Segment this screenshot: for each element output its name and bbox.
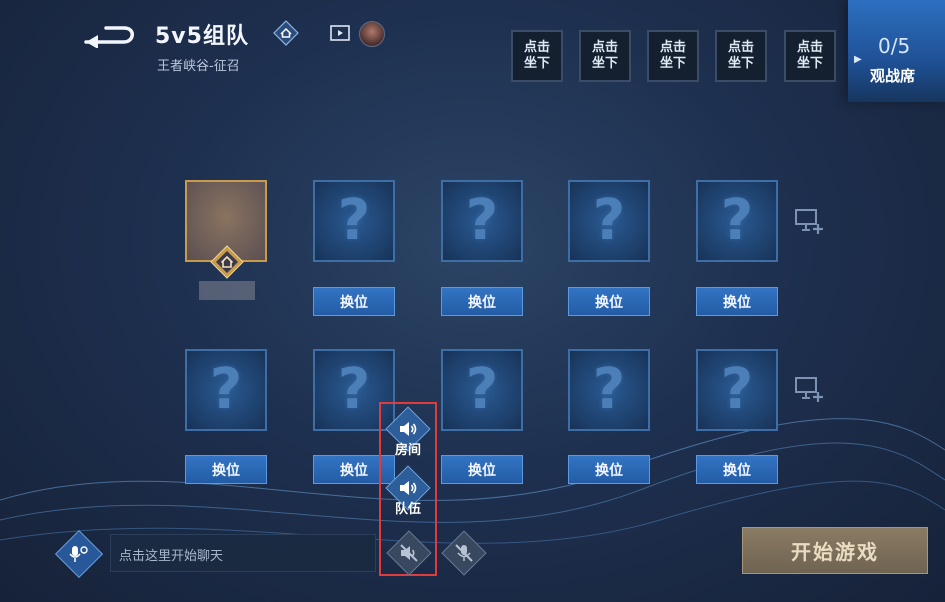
seat-button-2[interactable]: 点击 坐下 (579, 30, 631, 82)
speaker-icon (400, 422, 417, 436)
seat-label: 点击 坐下 (727, 40, 754, 71)
swap-button[interactable]: 换位 (568, 287, 650, 316)
home-button[interactable] (273, 20, 299, 46)
seat-label: 点击 坐下 (659, 40, 686, 71)
seat-button-4[interactable]: 点击 坐下 (715, 30, 767, 82)
empty-slot-question: ? (592, 188, 626, 253)
team-slot[interactable]: ? (696, 180, 778, 262)
empty-slot-question: ? (209, 357, 243, 422)
empty-slot-question: ? (592, 357, 626, 422)
empty-slot-question: ? (337, 188, 371, 253)
chat-input[interactable]: 点击这里开始聊天 (110, 534, 376, 572)
mic-off-button[interactable] (441, 530, 487, 576)
add-pc-icon[interactable] (795, 376, 825, 404)
empty-slot-question: ? (720, 188, 754, 253)
host-name-bar (199, 281, 255, 300)
swap-button[interactable]: 换位 (568, 455, 650, 484)
swap-button[interactable]: 换位 (313, 287, 395, 316)
start-game-button[interactable]: 开始游戏 (742, 527, 928, 574)
empty-slot-question: ? (465, 357, 499, 422)
video-icon (330, 25, 350, 41)
team-slot[interactable]: ? (441, 180, 523, 262)
home-icon (273, 20, 299, 46)
chevron-right-icon: ▶ (854, 54, 862, 65)
swap-button[interactable]: 换位 (185, 455, 267, 484)
spectator-panel[interactable]: ▶ 0/5 观战席 (848, 0, 945, 102)
back-arrow-icon (84, 26, 134, 49)
player-avatar[interactable] (359, 21, 385, 47)
spectator-count: 0/5 (878, 34, 911, 58)
voice-chat-icon (69, 546, 88, 562)
swap-button[interactable]: 换位 (441, 287, 523, 316)
seat-button-5[interactable]: 点击 坐下 (784, 30, 836, 82)
mode-title: 5v5组队 (155, 24, 249, 49)
voice-team-label: 队伍 (394, 502, 421, 517)
speaker-icon (400, 481, 417, 495)
add-pc-icon[interactable] (795, 208, 825, 236)
voice-team-option[interactable]: 队伍 (385, 465, 431, 517)
speaker-mute-icon (400, 544, 418, 562)
swap-button[interactable]: 换位 (696, 455, 778, 484)
seat-label: 点击 坐下 (591, 40, 618, 71)
team-slot[interactable]: ? (568, 180, 650, 262)
voice-chat-button[interactable] (54, 529, 104, 579)
swap-button[interactable]: 换位 (441, 455, 523, 484)
empty-slot-question: ? (720, 357, 754, 422)
seat-label: 点击 坐下 (796, 40, 823, 71)
team-slot[interactable]: ? (313, 180, 395, 262)
team-slot[interactable]: ? (441, 349, 523, 431)
team-slot[interactable]: ? (696, 349, 778, 431)
spectator-label: 观战席 (870, 67, 916, 85)
replay-button[interactable] (327, 20, 353, 46)
seat-button-3[interactable]: 点击 坐下 (647, 30, 699, 82)
mic-off-icon (455, 544, 473, 562)
seat-button-1[interactable]: 点击 坐下 (511, 30, 563, 82)
seat-label: 点击 坐下 (523, 40, 550, 71)
voice-room-label: 房间 (394, 443, 421, 458)
home-badge-icon (210, 245, 244, 279)
mode-subtitle: 王者峡谷-征召 (157, 59, 240, 74)
team-slot[interactable]: ? (568, 349, 650, 431)
team-slot[interactable]: ? (185, 349, 267, 431)
back-button[interactable] (84, 22, 140, 49)
voice-room-option[interactable]: 房间 (385, 406, 431, 458)
empty-slot-question: ? (337, 357, 371, 422)
swap-button[interactable]: 换位 (696, 287, 778, 316)
empty-slot-question: ? (465, 188, 499, 253)
